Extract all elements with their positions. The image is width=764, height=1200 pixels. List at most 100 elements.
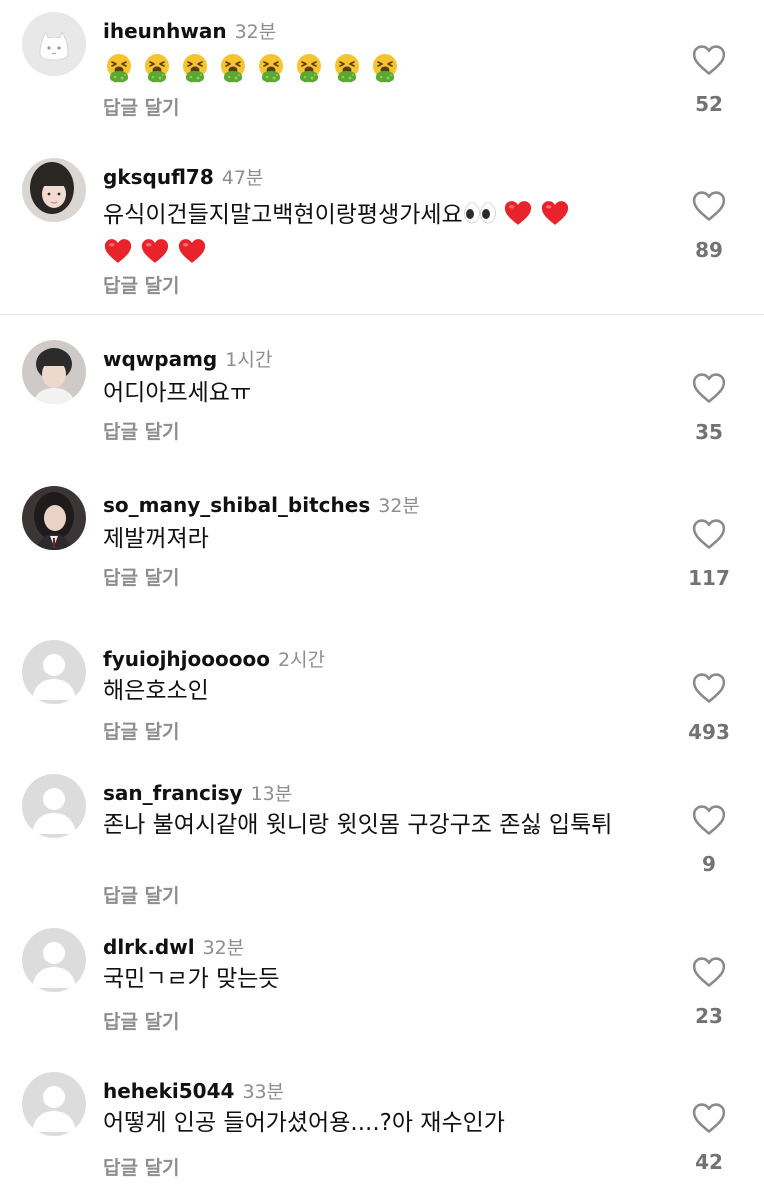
timestamp: 32분: [202, 937, 245, 959]
comment-item: san_francisy 13분 존나 불여시같애 윗니랑 윗잇몸 구강구조 존싫…: [0, 774, 764, 914]
timestamp: 47분: [221, 167, 264, 189]
username[interactable]: wqwpamg: [103, 347, 217, 371]
reply-button[interactable]: 답글 달기: [103, 94, 180, 122]
like-count: 9: [702, 852, 716, 876]
comment-item: gksqufl78 47분 유식이건들지말고백현이랑평생가세요 답글 달기 89: [0, 158, 764, 308]
avatar[interactable]: [22, 340, 86, 404]
like-control: 42: [674, 1102, 744, 1176]
comment-header: iheunhwan 32분: [103, 16, 276, 46]
cat-avatar-icon: [22, 12, 86, 76]
like-control: 35: [674, 372, 744, 446]
vomit-emoji-icon: [217, 52, 249, 84]
red-heart-icon: [503, 199, 533, 227]
profile-photo-icon: [22, 340, 86, 404]
red-heart-icon: [103, 237, 133, 265]
heart-icon[interactable]: [692, 190, 726, 222]
username[interactable]: dlrk.dwl: [103, 935, 195, 959]
like-count: 89: [695, 238, 723, 262]
username[interactable]: iheunhwan: [103, 19, 227, 43]
like-control: 23: [674, 956, 744, 1030]
like-count: 493: [688, 720, 730, 744]
username[interactable]: heheki5044: [103, 1079, 234, 1103]
vomit-emoji-icon: [369, 52, 401, 84]
comment-text: 어떻게 인공 들어가셨어용....?아 재수인가: [103, 1110, 505, 1136]
comment-header: heheki5044 33분: [103, 1076, 284, 1106]
comment-text: 해은호소인: [103, 678, 209, 704]
thread-divider: [0, 314, 764, 315]
comment-item: dlrk.dwl 32분 국민ㄱㄹ가 맞는듯 답글 달기 23: [0, 928, 764, 1048]
reply-button[interactable]: 답글 달기: [103, 1008, 180, 1036]
vomit-emoji-icon: [255, 52, 287, 84]
like-control: 52: [674, 44, 744, 118]
comment-header: so_many_shibal_bitches 32분: [103, 490, 420, 520]
comment-text-body: 유식이건들지말고백현이랑평생가세요: [103, 202, 463, 228]
eyes-emoji-icon: [463, 202, 497, 224]
comment-item: wqwpamg 1시간 어디아프세요ㅠ 답글 달기 35: [0, 340, 764, 460]
heart-icon[interactable]: [692, 44, 726, 76]
like-count: 42: [695, 1150, 723, 1174]
comment-text: 어디아프세요ㅠ: [103, 380, 252, 406]
vomit-emoji-icon: [141, 52, 173, 84]
vomit-emoji-icon: [103, 52, 135, 84]
like-count: 23: [695, 1004, 723, 1028]
heart-icon[interactable]: [692, 372, 726, 404]
comment-text: 제발꺼져라: [103, 526, 209, 552]
like-count: 35: [695, 420, 723, 444]
red-heart-icon: [540, 199, 570, 227]
like-control: 9: [674, 804, 744, 878]
comment-text: [103, 52, 663, 90]
comment-header: wqwpamg 1시간: [103, 344, 272, 374]
comment-header: gksqufl78 47분: [103, 162, 263, 192]
like-control: 493: [674, 672, 744, 746]
default-user-icon: [22, 1072, 86, 1136]
heart-icon[interactable]: [692, 518, 726, 550]
comment-item: fyuiojhjoooooo 2시간 해은호소인 답글 달기 493: [0, 640, 764, 760]
timestamp: 2시간: [277, 649, 326, 671]
red-heart-icon: [140, 237, 170, 265]
avatar[interactable]: [22, 928, 86, 992]
vomit-emoji-icon: [293, 52, 325, 84]
username[interactable]: so_many_shibal_bitches: [103, 493, 370, 517]
timestamp: 32분: [378, 495, 420, 517]
username[interactable]: fyuiojhjoooooo: [103, 647, 270, 671]
avatar[interactable]: [22, 640, 86, 704]
profile-photo-icon: [22, 158, 86, 222]
username[interactable]: san_francisy: [103, 781, 243, 805]
like-count: 52: [695, 92, 723, 116]
vomit-emoji-icon: [331, 52, 363, 84]
profile-photo-icon: [22, 486, 86, 550]
default-user-icon: [22, 774, 86, 838]
heart-icon[interactable]: [692, 804, 726, 836]
comment-text: 국민ㄱㄹ가 맞는듯: [103, 966, 280, 992]
comment-text: 존나 불여시같애 윗니랑 윗잇몸 구강구조 존싫 입툭튀: [103, 812, 613, 838]
reply-button[interactable]: 답글 달기: [103, 1154, 180, 1182]
comment-item: heheki5044 33분 어떻게 인공 들어가셨어용....?아 재수인가 답…: [0, 1072, 764, 1192]
comment-header: fyuiojhjoooooo 2시간: [103, 644, 325, 674]
comment-item: iheunhwan 32분 답글 달기 52: [0, 12, 764, 132]
avatar[interactable]: [22, 12, 86, 76]
reply-button[interactable]: 답글 달기: [103, 718, 180, 746]
heart-icon[interactable]: [692, 672, 726, 704]
heart-icon[interactable]: [692, 1102, 726, 1134]
comment-text: 유식이건들지말고백현이랑평생가세요: [103, 196, 663, 272]
like-control: 89: [674, 190, 744, 264]
avatar[interactable]: [22, 158, 86, 222]
comment-header: san_francisy 13분: [103, 778, 292, 808]
like-count: 117: [688, 566, 730, 590]
username[interactable]: gksqufl78: [103, 165, 214, 189]
timestamp: 32분: [234, 21, 277, 43]
default-user-icon: [22, 640, 86, 704]
reply-button[interactable]: 답글 달기: [103, 882, 180, 910]
reply-button[interactable]: 답글 달기: [103, 418, 180, 446]
like-control: 117: [674, 518, 744, 592]
reply-button[interactable]: 답글 달기: [103, 564, 180, 592]
avatar[interactable]: [22, 486, 86, 550]
reply-button[interactable]: 답글 달기: [103, 272, 180, 300]
comment-header: dlrk.dwl 32분: [103, 932, 244, 962]
red-heart-icon: [177, 237, 207, 265]
avatar[interactable]: [22, 1072, 86, 1136]
avatar[interactable]: [22, 774, 86, 838]
heart-icon[interactable]: [692, 956, 726, 988]
vomit-emoji-icon: [179, 52, 211, 84]
timestamp: 33분: [242, 1081, 285, 1103]
